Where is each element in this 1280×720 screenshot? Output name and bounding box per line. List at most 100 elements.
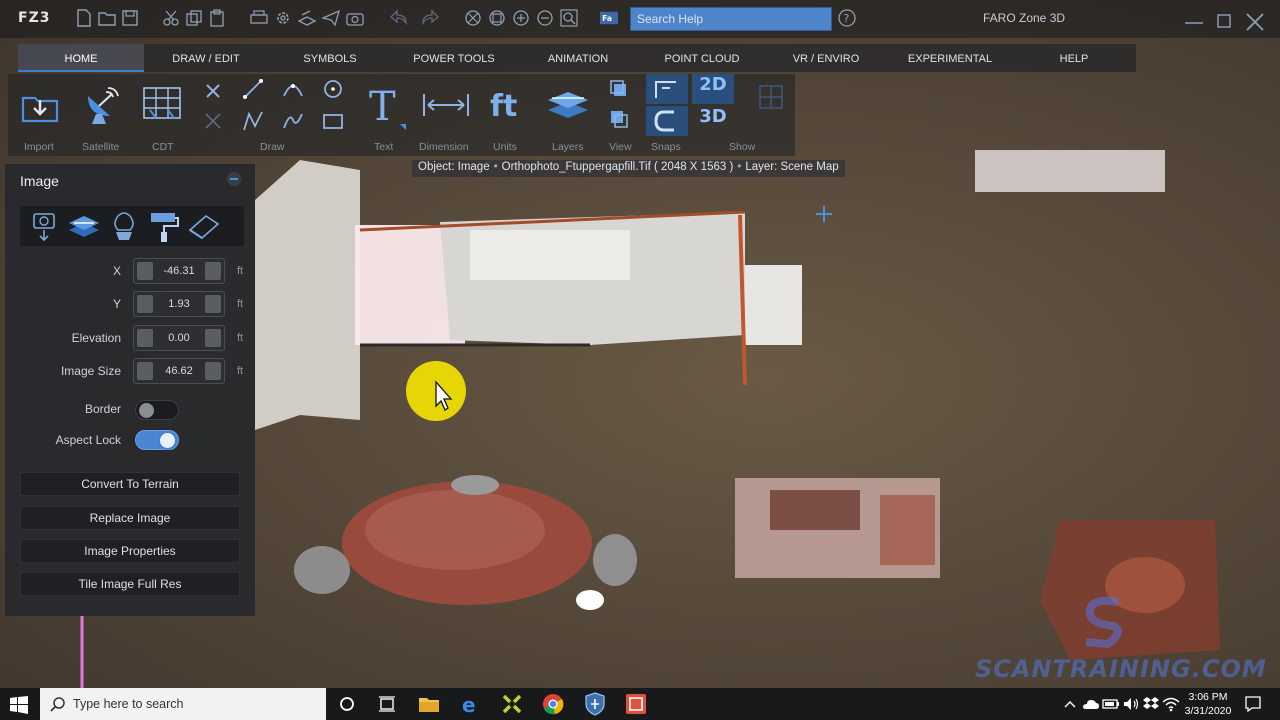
- settings-gear-icon[interactable]: [274, 9, 292, 27]
- decrement-arrow-icon[interactable]: [137, 262, 153, 280]
- cut-icon[interactable]: [162, 9, 180, 27]
- help-search-input[interactable]: [630, 7, 832, 31]
- chrome-browser-icon[interactable]: [542, 693, 564, 715]
- rectangle-tool-icon[interactable]: [322, 110, 344, 132]
- windows-start-icon[interactable]: [9, 695, 29, 715]
- volume-icon[interactable]: [1122, 695, 1140, 713]
- app-green-icon[interactable]: [501, 693, 523, 715]
- panel-collapse-icon[interactable]: [226, 171, 242, 187]
- zoom-magnify-icon[interactable]: [560, 9, 578, 27]
- increment-arrow-icon[interactable]: [205, 329, 221, 347]
- x-input[interactable]: [156, 262, 202, 280]
- increment-arrow-icon[interactable]: [205, 362, 221, 380]
- tab-point-cloud[interactable]: POINT CLOUD: [640, 44, 764, 72]
- dimension-button[interactable]: [422, 90, 470, 120]
- units-button[interactable]: ft: [488, 84, 528, 124]
- tab-help[interactable]: HELP: [1012, 44, 1136, 72]
- snap-magnet-icon[interactable]: [646, 106, 688, 136]
- tab-draw-edit[interactable]: DRAW / EDIT: [144, 44, 268, 72]
- svg-text:Fa: Fa: [602, 14, 612, 23]
- tile-image-full-res-button[interactable]: Tile Image Full Res: [20, 572, 240, 596]
- help-question-icon[interactable]: ?: [838, 9, 856, 27]
- curve-tool-icon[interactable]: [282, 110, 304, 132]
- view-bottom-icon[interactable]: [610, 110, 630, 130]
- new-file-icon[interactable]: [75, 9, 93, 27]
- paste-icon[interactable]: [208, 9, 226, 27]
- field-image-size: Image Size ft: [5, 358, 255, 384]
- layers-button[interactable]: [546, 84, 590, 124]
- image-properties-button[interactable]: Image Properties: [20, 539, 240, 563]
- file-explorer-icon[interactable]: [418, 693, 440, 715]
- open-folder-icon[interactable]: [98, 9, 116, 27]
- save-icon[interactable]: [121, 9, 139, 27]
- increment-arrow-icon[interactable]: [205, 262, 221, 280]
- view-2d-button[interactable]: 2D: [692, 74, 734, 104]
- tab-experimental[interactable]: EXPERIMENTAL: [888, 44, 1012, 72]
- tab-power-tools[interactable]: POWER TOOLS: [392, 44, 516, 72]
- point-x-tool-icon[interactable]: [202, 80, 224, 102]
- view-3d-button[interactable]: 3D: [692, 106, 734, 136]
- text-button[interactable]: T: [366, 84, 406, 130]
- cloud-icon[interactable]: [1082, 695, 1100, 713]
- arc-tool-icon[interactable]: [282, 78, 304, 100]
- image-capture-icon[interactable]: [26, 208, 62, 244]
- minimize-icon[interactable]: [1183, 12, 1205, 32]
- move-point-tool-icon[interactable]: [202, 110, 224, 132]
- zoom-window-icon[interactable]: [488, 9, 506, 27]
- taskbar-search[interactable]: Type here to search: [40, 688, 326, 720]
- notifications-icon[interactable]: [1244, 695, 1262, 713]
- zoom-extents-icon[interactable]: [464, 9, 482, 27]
- send-icon[interactable]: [320, 9, 341, 27]
- increment-arrow-icon[interactable]: [205, 295, 221, 313]
- image-size-input[interactable]: [156, 362, 202, 380]
- line-tool-icon[interactable]: [242, 78, 264, 100]
- view-top-icon[interactable]: [610, 80, 630, 100]
- image-flower-icon[interactable]: [106, 208, 142, 244]
- decrement-arrow-icon[interactable]: [137, 329, 153, 347]
- y-input[interactable]: [156, 295, 202, 313]
- edge-browser-icon[interactable]: e: [460, 693, 482, 717]
- circle-tool-icon[interactable]: [322, 78, 344, 100]
- satellite-button[interactable]: [82, 84, 122, 126]
- faro-help-icon[interactable]: Fa: [600, 9, 626, 27]
- tab-vr-enviro[interactable]: VR / ENVIRO: [764, 44, 888, 72]
- battery-icon[interactable]: [1102, 695, 1120, 713]
- tab-home[interactable]: HOME: [18, 44, 144, 72]
- polyline-tool-icon[interactable]: [242, 110, 264, 132]
- undo-icon[interactable]: [390, 9, 408, 27]
- image-layers-icon[interactable]: [66, 208, 102, 244]
- copy-icon[interactable]: [185, 9, 203, 27]
- dropbox-icon[interactable]: [1142, 695, 1160, 713]
- cdt-button[interactable]: [142, 84, 182, 124]
- replace-image-button[interactable]: Replace Image: [20, 506, 240, 530]
- aspect-lock-toggle[interactable]: [135, 430, 179, 450]
- decrement-arrow-icon[interactable]: [137, 295, 153, 313]
- zoom-in-icon[interactable]: [512, 9, 530, 27]
- convert-to-terrain-button[interactable]: Convert To Terrain: [20, 472, 240, 496]
- redo-icon[interactable]: [421, 9, 439, 27]
- cortana-icon[interactable]: [336, 693, 358, 715]
- tab-animation[interactable]: ANIMATION: [516, 44, 640, 72]
- zoom-out-icon[interactable]: [536, 9, 554, 27]
- faro-app-icon[interactable]: [625, 693, 647, 715]
- task-view-icon[interactable]: [376, 693, 398, 715]
- paint-roller-icon[interactable]: [146, 208, 182, 244]
- chevron-up-icon[interactable]: [1062, 695, 1078, 713]
- import-button[interactable]: [20, 86, 60, 126]
- border-toggle[interactable]: [135, 400, 179, 420]
- tab-symbols[interactable]: SYMBOLS: [268, 44, 392, 72]
- snap-corner-icon[interactable]: [646, 74, 688, 104]
- camera-icon[interactable]: [346, 9, 364, 27]
- close-icon[interactable]: [1244, 12, 1266, 32]
- security-shield-icon[interactable]: [584, 692, 606, 716]
- system-clock[interactable]: 3:06 PM 3/31/2020: [1176, 690, 1240, 718]
- object-dimensions: ( 2048 X 1563 ): [654, 161, 734, 173]
- image-eraser-icon[interactable]: [186, 208, 222, 244]
- show-grid-icon[interactable]: [758, 84, 784, 110]
- group-label-cdt: CDT: [152, 141, 174, 153]
- layers-edit-icon[interactable]: [297, 9, 317, 27]
- decrement-arrow-icon[interactable]: [137, 362, 153, 380]
- maximize-icon[interactable]: [1213, 12, 1235, 32]
- print-icon[interactable]: [250, 9, 268, 27]
- elevation-input[interactable]: [156, 329, 202, 347]
